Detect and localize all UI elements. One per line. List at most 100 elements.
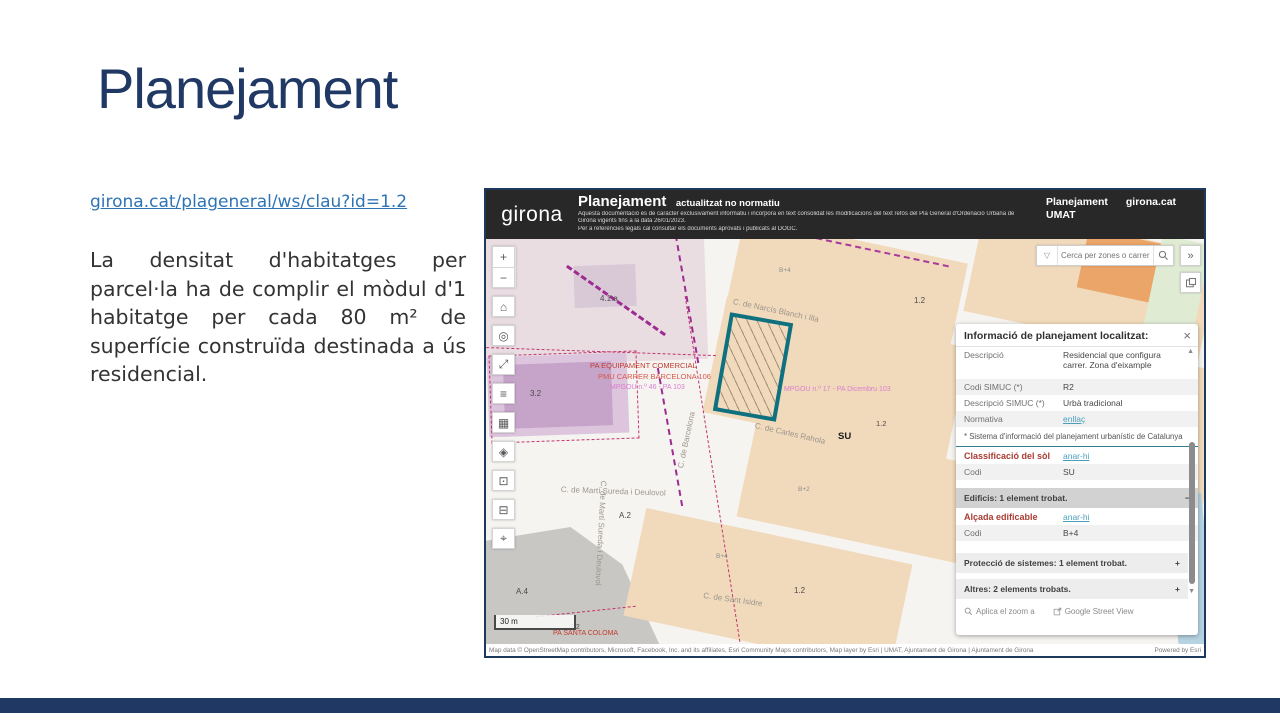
map-label: PA EQUIPAMENT COMERCIAL	[590, 361, 697, 370]
expand-search-button[interactable]: »	[1180, 245, 1201, 266]
slide: Planejament girona.cat/plageneral/ws/cla…	[0, 0, 1280, 720]
panel-footer: Aplica el zoom a Google Street View	[956, 599, 1198, 624]
external-link-icon	[1053, 607, 1062, 616]
layer-swipe-button[interactable]	[1180, 272, 1201, 293]
section-heading: Alçada edificable	[964, 512, 1063, 522]
table-row: Descripció Residencial que configura car…	[956, 347, 1198, 379]
scale-label: 30 m	[500, 617, 518, 626]
row-label: Descripció	[964, 350, 1063, 376]
print-button[interactable]: ⊡	[492, 470, 515, 491]
fullscreen-button[interactable]: ⤢	[492, 354, 515, 375]
source-link[interactable]: girona.cat/plageneral/ws/clau?id=1.2	[90, 192, 407, 212]
zoom-in-button[interactable]: +	[492, 246, 515, 267]
map-label: B+4	[779, 267, 791, 274]
body-text: La densitat d'habitatges per parcel·la h…	[90, 246, 466, 389]
row-label: Codi SIMUC (*)	[964, 382, 1063, 392]
pan-button[interactable]: ⌖	[492, 528, 515, 549]
expand-icon[interactable]: +	[1175, 584, 1180, 594]
disclaimer-line: Per a referències legals cal consultar e…	[578, 226, 1046, 233]
search-button[interactable]	[1153, 246, 1173, 265]
map-label: A.4	[516, 587, 528, 596]
section-classificacio: Classificació del sòl anar-hi	[956, 446, 1198, 464]
search-icon	[1158, 250, 1169, 261]
zoom-out-button[interactable]: −	[492, 267, 515, 288]
apply-zoom-action[interactable]: Aplica el zoom a	[964, 607, 1035, 616]
locate-button[interactable]: ◎	[492, 325, 515, 346]
map-label: MPGOU n.º 46 - PA 103	[610, 384, 685, 391]
expand-icon[interactable]: +	[1175, 558, 1180, 568]
search-bar: ▽	[1036, 245, 1174, 266]
measure-button[interactable]: ⊟	[492, 499, 515, 520]
section-header-label: Protecció de sistemes: 1 element trobat.	[964, 558, 1127, 568]
basemap-button[interactable]: ▦	[492, 412, 515, 433]
street-view-action[interactable]: Google Street View	[1053, 607, 1134, 616]
map-label: A.2	[619, 511, 631, 520]
info-panel-title: Informació de planejament localitzat:	[956, 324, 1198, 347]
map-label: 4.1.a	[600, 294, 618, 303]
anar-hi-link[interactable]: anar-hi	[1063, 512, 1089, 522]
map-label: PMU CARRER BARCELONA 106	[598, 372, 711, 381]
row-label: Normativa	[964, 414, 1063, 424]
section-header-edificis[interactable]: Edificis: 1 element trobat. −	[956, 488, 1198, 508]
section-heading: Classificació del sòl	[964, 451, 1063, 461]
home-button[interactable]: ⌂	[492, 296, 515, 317]
map-label: B+2	[798, 486, 810, 493]
app-header-right: Planejament girona.cat UMAT	[1046, 190, 1204, 239]
table-row: Codi B+4	[956, 525, 1198, 541]
table-row: Descripció SIMUC (*) Urbà tradicional	[956, 395, 1198, 411]
map-toolbar: + − ⌂ ◎ ⤢ ≡ ▦ ◈ ⊡ ⊟ ⌖	[492, 246, 516, 557]
table-row: Codi SU	[956, 464, 1198, 480]
layer-swipe-icon	[1185, 277, 1197, 289]
table-row: Codi SIMUC (*) R2	[956, 379, 1198, 395]
map-label: 1.2	[914, 296, 925, 305]
map-label: MPGOU n.º 17 - PA Dicembru 103	[784, 386, 891, 393]
row-label: Descripció SIMUC (*)	[964, 398, 1063, 408]
scroll-down-icon[interactable]: ▼	[1188, 588, 1195, 595]
section-alcada: Alçada edificable anar-hi	[956, 508, 1198, 525]
map-canvas[interactable]: 4.1.a 3.2 PA EQUIPAMENT COMERCIAL PMU CA…	[486, 239, 1204, 644]
attribution-text: Map data © OpenStreetMap contributors, M…	[489, 647, 1034, 654]
header-brand: Planejament	[1046, 196, 1108, 209]
section-header-proteccio[interactable]: Protecció de sistemes: 1 element trobat.…	[956, 553, 1188, 573]
section-header-altres[interactable]: Altres: 2 elements trobats. +	[956, 579, 1188, 599]
legend-button[interactable]: ≡	[492, 383, 515, 404]
page-title: Planejament	[97, 56, 397, 121]
girona-logo: girona	[486, 190, 578, 239]
header-site: girona.cat	[1126, 196, 1176, 209]
app-subtitle: actualitzat no normatiu	[676, 198, 780, 209]
zoom-to-icon	[964, 607, 973, 616]
layers-button[interactable]: ◈	[492, 441, 515, 462]
search-source-caret-icon[interactable]: ▽	[1037, 246, 1058, 265]
app-title: Planejament	[578, 193, 666, 210]
disclaimer-line: Girona vigents fins a la data 26/01/2023…	[578, 218, 1046, 225]
map-label: 1.2	[876, 419, 886, 428]
scroll-up-icon[interactable]: ▲	[1187, 348, 1194, 355]
map-label: B+4	[716, 553, 728, 560]
map-label: SU	[838, 431, 851, 442]
row-value: SU	[1063, 467, 1184, 477]
powered-by-esri: Powered by Esri	[1154, 647, 1201, 654]
table-row: Normativa enllaç	[956, 411, 1198, 427]
info-panel: Informació de planejament localitzat: × …	[956, 324, 1198, 635]
street-label: C. de Martí Sureda i Deulovol	[561, 485, 666, 498]
normativa-link[interactable]: enllaç	[1063, 414, 1085, 424]
app-header: girona Planejament actualitzat no normat…	[486, 190, 1204, 239]
row-value: Urbà tradicional	[1063, 398, 1184, 408]
street-label: C. de Barcelona	[676, 411, 697, 469]
search-input[interactable]	[1058, 251, 1153, 260]
map-label: 1.2	[794, 586, 805, 595]
row-label: Codi	[964, 467, 1063, 477]
panel-footnote: * Sistema d'informació del planejament u…	[956, 427, 1198, 446]
scale-bar: 30 m	[494, 615, 576, 630]
app-header-center: Planejament actualitzat no normatiu Aque…	[578, 190, 1046, 239]
disclaimer-line: Aquesta documentació és de caràcter excl…	[578, 211, 1046, 218]
anar-hi-link[interactable]: anar-hi	[1063, 451, 1089, 461]
section-header-label: Edificis: 1 element trobat.	[964, 493, 1067, 503]
panel-scrollbar[interactable]	[1189, 442, 1195, 584]
close-icon[interactable]: ×	[1183, 328, 1191, 343]
row-value: B+4	[1063, 528, 1184, 538]
row-label: Codi	[964, 528, 1063, 538]
map-label: PA SANTA COLOMA	[553, 630, 618, 637]
bottom-accent-bar	[0, 698, 1280, 713]
header-brand-2: UMAT	[1046, 209, 1204, 222]
